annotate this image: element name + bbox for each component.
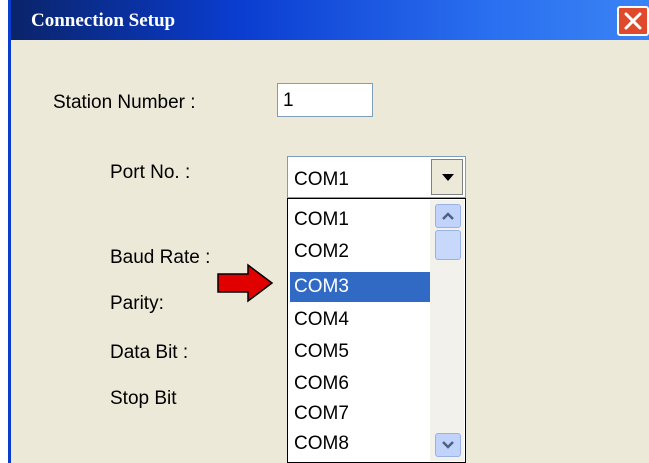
- station-number-label: Station Number :: [53, 92, 196, 113]
- close-icon: [624, 12, 642, 30]
- list-item-com3[interactable]: COM3: [290, 272, 430, 302]
- list-item-com5[interactable]: COM5: [290, 337, 430, 367]
- station-number-input[interactable]: 1: [277, 83, 373, 117]
- list-item-com1[interactable]: COM1: [290, 205, 430, 235]
- scroll-down-icon: [442, 441, 454, 449]
- baud-rate-label: Baud Rate :: [110, 247, 211, 268]
- port-dropdown-list: COM1 COM2 COM3 COM4 COM5 COM6 COM7 COM8: [287, 198, 466, 463]
- title-bar[interactable]: Connection Setup: [11, 0, 649, 40]
- chevron-down-icon: [442, 174, 454, 181]
- close-button[interactable]: [617, 6, 649, 36]
- list-item-com6[interactable]: COM6: [290, 369, 430, 399]
- port-no-label: Port No. :: [110, 162, 191, 183]
- list-item-com7[interactable]: COM7: [290, 399, 430, 429]
- list-item-com8[interactable]: COM8: [290, 429, 430, 459]
- port-no-select[interactable]: COM1: [287, 156, 466, 198]
- dropdown-scrollbar[interactable]: [430, 200, 464, 461]
- red-arrow-icon: [217, 263, 274, 303]
- list-item-com4[interactable]: COM4: [290, 305, 430, 335]
- parity-label: Parity:: [110, 293, 164, 314]
- port-no-value: COM1: [294, 169, 349, 190]
- scroll-up-icon: [442, 212, 454, 220]
- list-item-com2[interactable]: COM2: [290, 237, 430, 267]
- scroll-down-button[interactable]: [435, 433, 461, 457]
- scroll-up-button[interactable]: [435, 204, 461, 228]
- data-bit-label: Data Bit :: [110, 342, 189, 363]
- dialog-title: Connection Setup: [31, 10, 176, 31]
- connection-setup-dialog: Connection Setup Station Number : 1 Port…: [8, 0, 649, 463]
- scrollbar-thumb[interactable]: [435, 230, 461, 260]
- port-dropdown-button[interactable]: [431, 159, 463, 195]
- stop-bit-label: Stop Bit: [110, 388, 177, 409]
